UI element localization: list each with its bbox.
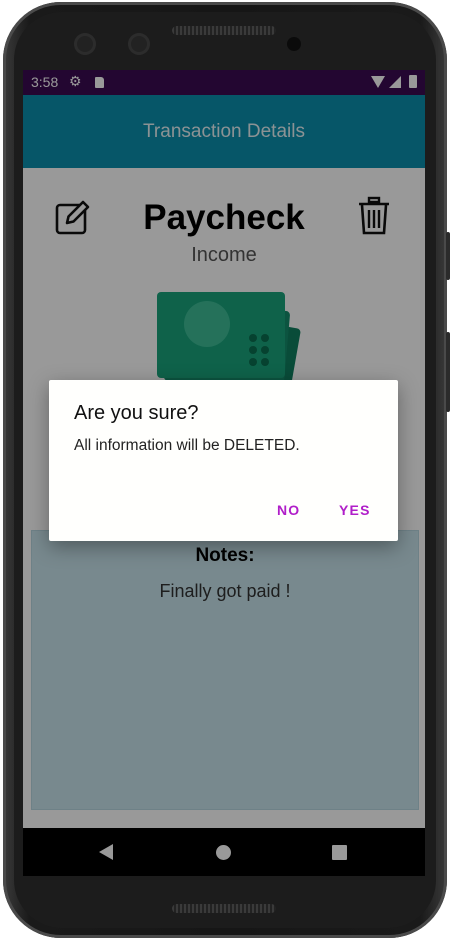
sensor [74,33,96,55]
volume-button [446,232,450,280]
dialog-message: All information will be DELETED. [74,437,300,454]
dialog-title: Are you sure? [74,402,199,424]
power-button [446,332,450,412]
front-camera [287,37,301,51]
screen: 3:58 ⚙ Transaction Details Paycheck Inco… [23,70,425,876]
top-speaker [172,26,276,35]
bottom-speaker [172,904,276,913]
confirm-delete-dialog: Are you sure? All information will be DE… [49,380,398,541]
no-button[interactable]: NO [277,502,300,518]
yes-button[interactable]: YES [339,502,371,518]
sensor [128,33,150,55]
